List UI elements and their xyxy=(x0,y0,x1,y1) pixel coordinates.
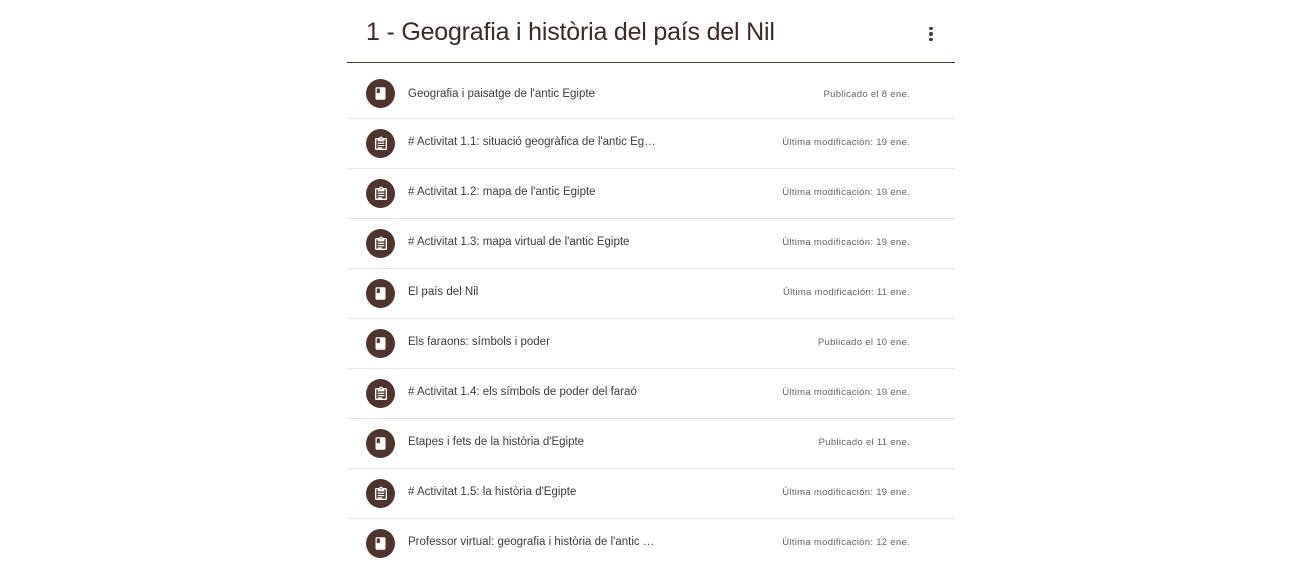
more-options-button[interactable] xyxy=(921,22,941,46)
item-title[interactable]: El país del Nil xyxy=(408,286,478,298)
clipboard-icon xyxy=(366,229,395,258)
clipboard-icon xyxy=(366,379,395,408)
item-status: Última modificación: 11 ene. xyxy=(782,287,910,298)
item-status: Última modificación: 19 ene. xyxy=(782,237,910,248)
classwork-item-material[interactable]: Professor virtual: geografia i història … xyxy=(347,519,955,568)
book-icon xyxy=(366,279,395,308)
item-title[interactable]: # Activitat 1.1: situació geogràfica de … xyxy=(408,136,658,148)
item-status: Publicado el 10 ene. xyxy=(817,337,910,348)
item-title[interactable]: # Activitat 1.4: els símbols de poder de… xyxy=(408,386,637,398)
more-vert-icon-dot xyxy=(929,32,933,36)
more-vert-icon xyxy=(929,26,933,31)
topic-section: 1 - Geografia i història del país del Ni… xyxy=(347,0,955,568)
clipboard-icon xyxy=(366,129,395,158)
more-vert-icon-dot xyxy=(929,37,933,42)
item-status: Publicado el 8 ene. xyxy=(823,89,910,100)
classwork-item-assignment[interactable]: # Activitat 1.1: situació geogràfica de … xyxy=(347,119,955,169)
item-status: Última modificación: 19 ene. xyxy=(782,387,910,398)
item-title[interactable]: Etapes i fets de la història d'Egipte xyxy=(408,436,584,448)
classwork-item-assignment[interactable]: # Activitat 1.4: els símbols de poder de… xyxy=(347,369,955,419)
classwork-list: Geografia i paisatge de l'antic Egipte Pu… xyxy=(347,63,955,568)
classwork-item-material[interactable]: Els faraons: símbols i poder Publicado el… xyxy=(347,319,955,369)
clipboard-icon xyxy=(366,479,395,508)
topic-title: 1 - Geografia i història del país del Ni… xyxy=(366,18,775,46)
item-status: Última modificación: 19 ene. xyxy=(782,187,910,198)
classwork-item-assignment[interactable]: # Activitat 1.3: mapa virtual de l'antic… xyxy=(347,219,955,269)
classwork-item-assignment[interactable]: # Activitat 1.2: mapa de l'antic Egipte Ú… xyxy=(347,169,955,219)
item-status: Última modificación: 19 ene. xyxy=(782,487,910,498)
clipboard-icon xyxy=(366,179,395,208)
classwork-item-material[interactable]: Etapes i fets de la història d'Egipte Pub… xyxy=(347,419,955,469)
item-title[interactable]: Els faraons: símbols i poder xyxy=(408,336,550,348)
item-title[interactable]: # Activitat 1.5: la història d'Egipte xyxy=(408,486,576,498)
classwork-item-material[interactable]: El país del Nil Última modificación: 11 e… xyxy=(347,269,955,319)
item-title[interactable]: # Activitat 1.2: mapa de l'antic Egipte xyxy=(408,186,596,198)
topic-header: 1 - Geografia i història del país del Ni… xyxy=(347,0,955,63)
classwork-item-assignment[interactable]: # Activitat 1.5: la història d'Egipte Últ… xyxy=(347,469,955,519)
classwork-item-material[interactable]: Geografia i paisatge de l'antic Egipte Pu… xyxy=(347,63,955,119)
item-status: Publicado el 11 ene. xyxy=(818,437,910,448)
book-icon xyxy=(366,429,395,458)
item-status: Última modificación: 19 ene. xyxy=(782,137,910,148)
item-title[interactable]: Professor virtual: geografia i història … xyxy=(408,536,658,548)
book-icon xyxy=(366,79,395,108)
item-title[interactable]: Geografia i paisatge de l'antic Egipte xyxy=(408,88,595,100)
book-icon xyxy=(366,329,395,358)
item-title[interactable]: # Activitat 1.3: mapa virtual de l'antic… xyxy=(408,236,629,248)
book-icon xyxy=(366,529,395,558)
item-status: Última modificación: 12 ene. xyxy=(782,537,910,548)
